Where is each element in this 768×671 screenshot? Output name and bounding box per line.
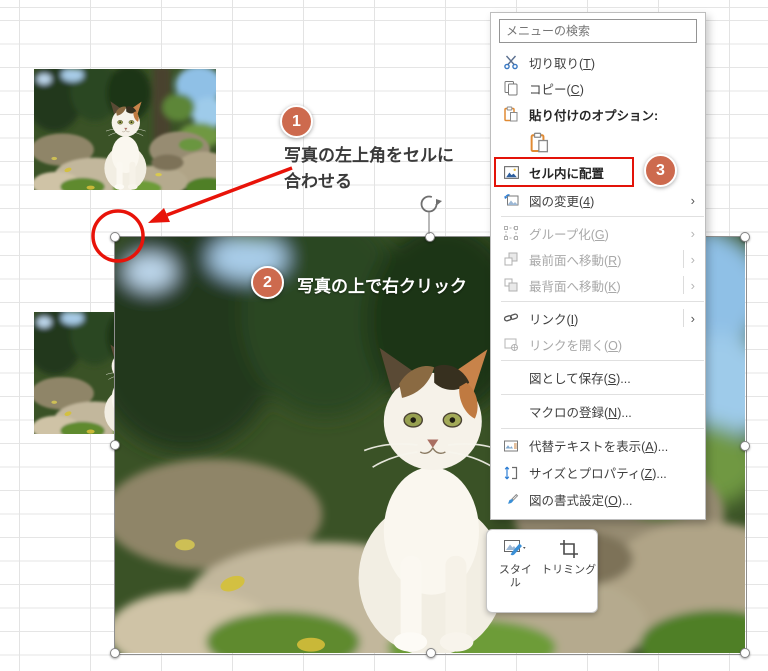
step-number: 2 [263, 273, 272, 291]
submenu-arrow-icon: › [690, 277, 695, 293]
submenu-arrow-icon: › [690, 310, 695, 326]
menu-separator [501, 428, 704, 429]
crop-button[interactable]: トリミング [541, 538, 596, 612]
menu-item-save-as-picture[interactable]: 図として保存(S)... [491, 364, 705, 391]
picture-in-cell-icon [501, 162, 521, 182]
submenu-arrow-icon: › [690, 225, 695, 241]
step-number: 3 [656, 161, 665, 179]
resize-handle-right-middle[interactable] [740, 441, 750, 451]
submenu-arrow-icon: › [690, 251, 695, 267]
change-picture-icon [501, 190, 521, 210]
menu-item-label: 図として保存(S)... [529, 372, 631, 386]
menu-item-label: 代替テキストを表示(A)... [529, 440, 669, 454]
menu-item-format-picture[interactable]: 図の書式設定(O)... [491, 486, 705, 513]
menu-item-open-link: リンクを開く(O) [491, 331, 705, 357]
resize-handle-left-middle[interactable] [110, 440, 120, 450]
format-picture-icon [501, 490, 521, 510]
open-link-icon [501, 334, 521, 354]
menu-item-change-picture[interactable]: 図の変更(4) › [491, 187, 705, 213]
scissors-icon [501, 52, 521, 72]
menu-item-label: グループ化(G) [529, 227, 609, 242]
style-button[interactable]: スタイル [490, 538, 540, 612]
menu-item-alt-text[interactable]: 代替テキストを表示(A)... [491, 432, 705, 459]
menu-item-label: 切り取り(T) [529, 56, 595, 71]
cat-photo-thumbnail-top[interactable] [34, 69, 216, 190]
excel-worksheet: 1 写真の左上角をセルに 合わせる 2 写真の上で右クリック 3 切り取り(T)… [0, 0, 768, 671]
resize-handle-bottom-left[interactable] [110, 648, 120, 658]
resize-handle-top-right[interactable] [740, 232, 750, 242]
menu-item-label: マクロの登録(N)... [529, 406, 632, 420]
step1-note: 写真の左上角をセルに 合わせる [284, 143, 454, 195]
no-icon [501, 402, 521, 422]
menu-item-label: 図の変更(4) [529, 194, 595, 209]
menu-split-divider [682, 276, 684, 294]
step1-note-line1: 写真の左上角をセルに [284, 146, 454, 165]
menu-split-divider [682, 309, 684, 327]
menu-item-paste-options: 貼り付けのオプション: [491, 101, 705, 127]
paste-option-button[interactable] [525, 128, 553, 156]
menu-item-label: コピー(C) [529, 82, 584, 97]
menu-separator [501, 301, 704, 302]
picture-style-icon [504, 540, 526, 556]
menu-item-label: 最前面へ移動(R) [529, 253, 622, 268]
resize-handle-bottom-right[interactable] [740, 648, 750, 658]
send-back-icon [501, 275, 521, 295]
menu-split-divider [682, 250, 684, 268]
menu-item-label: サイズとプロパティ(Z)... [529, 467, 667, 481]
submenu-arrow-icon: › [690, 192, 695, 208]
picture-mini-toolbar: スタイル トリミング [486, 529, 598, 613]
menu-row-paste-choices [491, 127, 705, 157]
menu-search-input[interactable] [499, 19, 697, 43]
menu-item-label: セル内に配置 [529, 166, 605, 181]
copy-icon [501, 78, 521, 98]
step-badge-3: 3 [644, 154, 677, 187]
step-badge-2: 2 [251, 266, 284, 299]
group-icon [501, 223, 521, 243]
crop-button-label: トリミング [541, 564, 597, 576]
menu-item-send-to-back: 最背面へ移動(K) › [491, 272, 705, 298]
size-properties-icon [501, 463, 521, 483]
menu-item-cut[interactable]: 切り取り(T) [491, 49, 705, 75]
menu-item-copy[interactable]: コピー(C) [491, 75, 705, 101]
paste-clipboard-icon [530, 132, 548, 152]
rotate-handle[interactable] [415, 190, 445, 236]
menu-item-label: 貼り付けのオプション: [529, 108, 659, 123]
menu-separator [501, 216, 704, 217]
no-icon [501, 368, 521, 388]
menu-item-group: グループ化(G) › [491, 220, 705, 246]
bring-front-icon [501, 249, 521, 269]
menu-item-assign-macro[interactable]: マクロの登録(N)... [491, 398, 705, 425]
context-menu: 切り取り(T) コピー(C) 貼り付けのオプション: セル内に配置 [490, 12, 706, 520]
menu-item-size-properties[interactable]: サイズとプロパティ(Z)... [491, 459, 705, 486]
step1-note-line2: 合わせる [284, 172, 352, 191]
resize-handle-top-left[interactable] [110, 232, 120, 242]
menu-item-link[interactable]: リンク(I) › [491, 305, 705, 331]
step-number: 1 [292, 112, 301, 130]
menu-item-label: 図の書式設定(O)... [529, 494, 633, 508]
resize-handle-bottom-middle[interactable] [426, 648, 436, 658]
step2-note: 写真の上で右クリック [297, 277, 467, 296]
menu-separator [501, 360, 704, 361]
menu-item-bring-to-front: 最前面へ移動(R) › [491, 246, 705, 272]
crop-icon [559, 540, 578, 558]
link-icon [501, 308, 521, 328]
menu-item-label: リンクを開く(O) [529, 338, 623, 353]
menu-item-label: リンク(I) [529, 312, 579, 327]
menu-separator [501, 394, 704, 395]
step-badge-1: 1 [280, 105, 313, 138]
style-button-label: スタイル [498, 564, 532, 589]
menu-item-label: 最背面へ移動(K) [529, 279, 621, 294]
clipboard-icon [501, 104, 521, 124]
alt-text-icon [501, 436, 521, 456]
